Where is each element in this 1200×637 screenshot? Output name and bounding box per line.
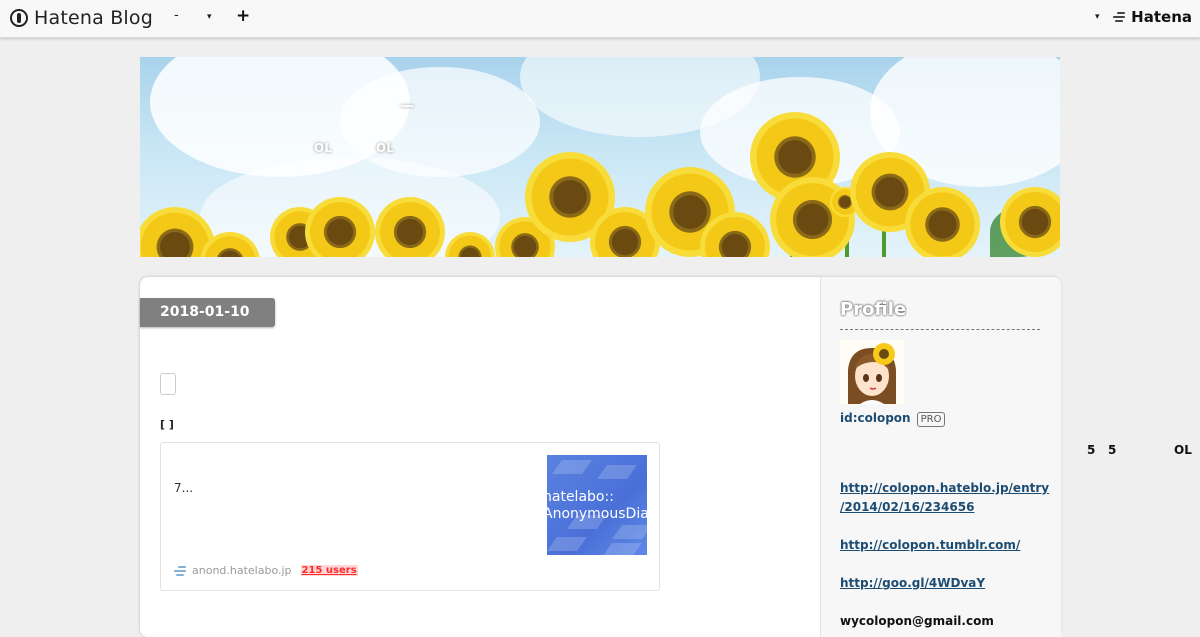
entry-date[interactable]: 2018-01-10 [140,298,275,327]
banner-ol-left: OL [314,141,332,155]
profile-link-googl[interactable]: http://goo.gl/4WDvaY [840,574,985,593]
main-content: 2018-01-10 [ ] 7... hatelabo:: Anonymous… [140,277,1061,637]
profile-divider [840,329,1040,330]
hatena-blog-logo-icon [10,9,28,27]
hatena-brand-link[interactable]: Hatena [1113,8,1192,26]
overflow-ol: OL [1174,443,1192,457]
profile-id-link[interactable]: id:colopon PRO [840,411,946,427]
hatena-blog-logo[interactable]: Hatena Blog [10,6,153,30]
hatena-mark-icon [1113,11,1127,23]
blog-header-banner[interactable]: — OL OL [140,57,1060,257]
overflow-number-a: 5 [1087,443,1096,457]
bookmark-users-count[interactable]: 215 users [300,565,358,576]
profile-link-hateblo[interactable]: http://colopon.hateblo.jp/entry /2014/02… [840,479,1049,517]
menu-dash[interactable]: - [174,8,179,23]
pro-badge: PRO [916,412,946,427]
overflow-number-b: 5 [1108,443,1117,457]
embed-card-excerpt: 7... [174,481,194,495]
plus-icon[interactable]: + [236,6,250,26]
embed-card-footer: anond.hatelabo.jp 215 users [174,564,358,577]
global-header: Hatena Blog - ▾ + ▾ Hatena [0,0,1200,38]
profile-email: wycolopon@gmail.com [840,614,994,628]
banner-ol-right: OL [376,141,394,155]
embed-card[interactable]: 7... hatelabo:: AnonymousDiary anond.hat… [160,442,660,591]
profile-heading: Profile [840,299,907,320]
chevron-down-icon[interactable]: ▾ [207,12,212,22]
entry-title-box[interactable] [160,373,176,395]
user-menu-chevron-icon[interactable]: ▾ [1095,12,1100,22]
profile-link-tumblr[interactable]: http://colopon.tumblr.com/ [840,536,1020,555]
embed-card-thumbnail[interactable]: hatelabo:: AnonymousDiary [547,455,647,555]
hatena-bookmark-icon [174,565,188,576]
banner-dash: — [400,98,414,114]
avatar[interactable] [840,340,904,404]
entry-category: [ ] [160,418,174,431]
logo-text: Hatena Blog [34,7,153,29]
sidebar: Profile id:colopon PRO http://colopon.hat… [820,277,1061,637]
hatena-brand-text: Hatena [1131,8,1192,26]
embed-card-domain[interactable]: anond.hatelabo.jp [192,564,292,577]
thumbnail-text: hatelabo:: AnonymousDiary [547,489,647,522]
